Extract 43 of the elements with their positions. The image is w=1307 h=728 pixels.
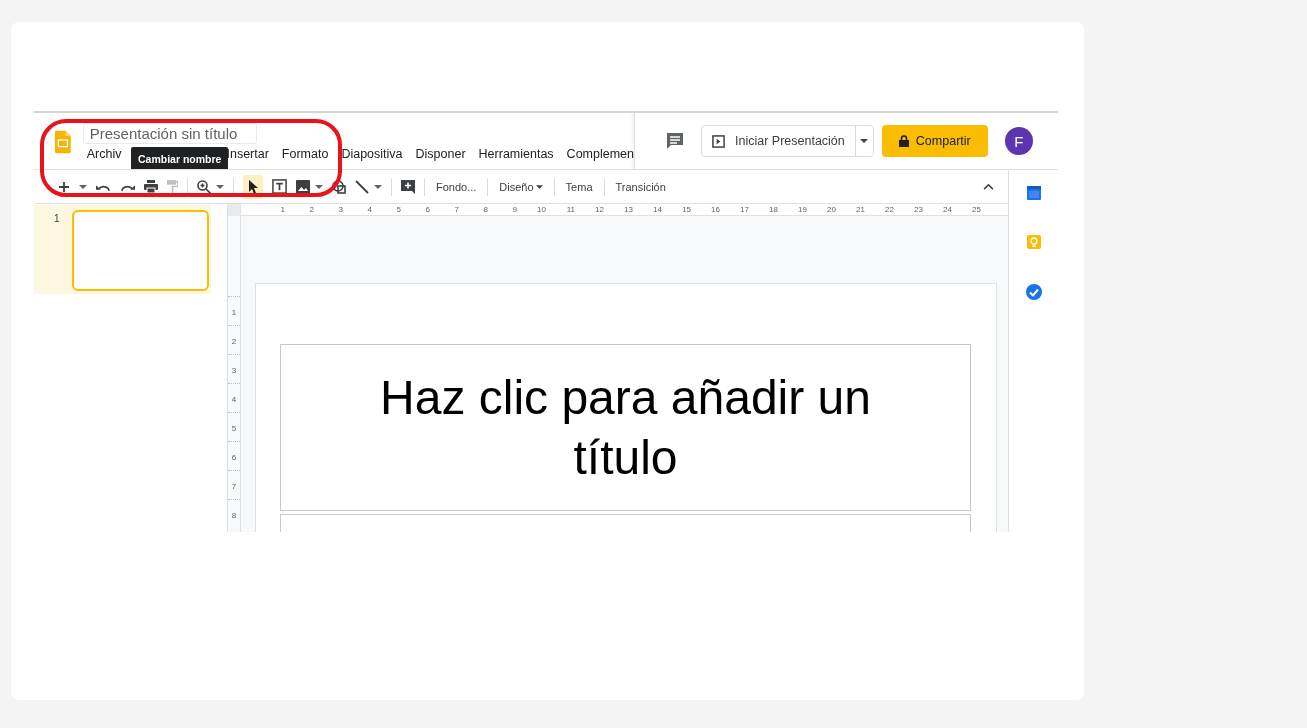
toolbar-button[interactable]: Fondo... xyxy=(434,180,479,193)
play-icon xyxy=(712,134,725,148)
title-placeholder[interactable]: Haz clic para añadir un título xyxy=(280,344,971,511)
pointer-icon xyxy=(248,179,258,194)
print-icon[interactable] xyxy=(144,180,158,193)
ruler-corner xyxy=(228,204,240,216)
caret-icon[interactable] xyxy=(79,184,87,189)
avatar[interactable]: F xyxy=(1004,127,1033,155)
checkmark-icon[interactable] xyxy=(1025,284,1042,300)
slide-thumbnail[interactable] xyxy=(71,210,209,291)
slide-number: 1 xyxy=(54,213,60,226)
menu-item[interactable]: Disponer xyxy=(415,147,466,161)
image-icon[interactable] xyxy=(296,179,310,194)
caret-icon[interactable] xyxy=(374,184,382,189)
text-box-icon[interactable] xyxy=(272,179,287,194)
menu-item[interactable]: Herramientas xyxy=(478,147,554,161)
menu-item[interactable]: Insertar xyxy=(226,147,269,161)
collapse-icon[interactable] xyxy=(983,183,994,190)
vertical-ruler: 1 2 3 4 5 6 7 8 xyxy=(228,216,240,528)
present-button[interactable]: Iniciar Presentación xyxy=(702,126,856,156)
toolbar-button[interactable]: Diseño xyxy=(497,180,545,193)
share-button[interactable]: Compartir xyxy=(881,125,988,157)
tooltip: Cambiar nombre xyxy=(131,147,229,169)
title-field[interactable]: Presentación sin título xyxy=(82,123,257,144)
toolbar-button[interactable]: Tema xyxy=(563,180,595,193)
caret-icon xyxy=(860,139,869,143)
calendar-icon[interactable] xyxy=(1026,186,1041,200)
line-icon[interactable] xyxy=(355,179,369,194)
comment-icon[interactable] xyxy=(665,131,685,151)
lock-icon xyxy=(898,135,909,147)
menu-item[interactable]: Formato xyxy=(281,147,329,161)
add-comment-icon[interactable] xyxy=(401,179,415,194)
caret-icon[interactable] xyxy=(216,184,224,189)
zoom-icon[interactable] xyxy=(197,179,211,194)
menu-item[interactable]: Archiv xyxy=(86,147,122,161)
menu-item[interactable]: Complemen xyxy=(566,147,634,161)
menu-item[interactable]: Diapositiva xyxy=(341,147,403,161)
slide-row[interactable]: 1 xyxy=(34,205,211,294)
caret-icon[interactable] xyxy=(315,184,323,189)
toolbar-button[interactable]: Transición xyxy=(613,180,668,193)
horizontal-ruler: 1 2 3 4 5 6 7 8 9 10 11 12 13 14 15 16 17 18 19 20 21 22 23 24 25 xyxy=(241,204,1008,216)
plus-icon xyxy=(58,180,70,193)
shape-icon[interactable] xyxy=(332,179,346,194)
